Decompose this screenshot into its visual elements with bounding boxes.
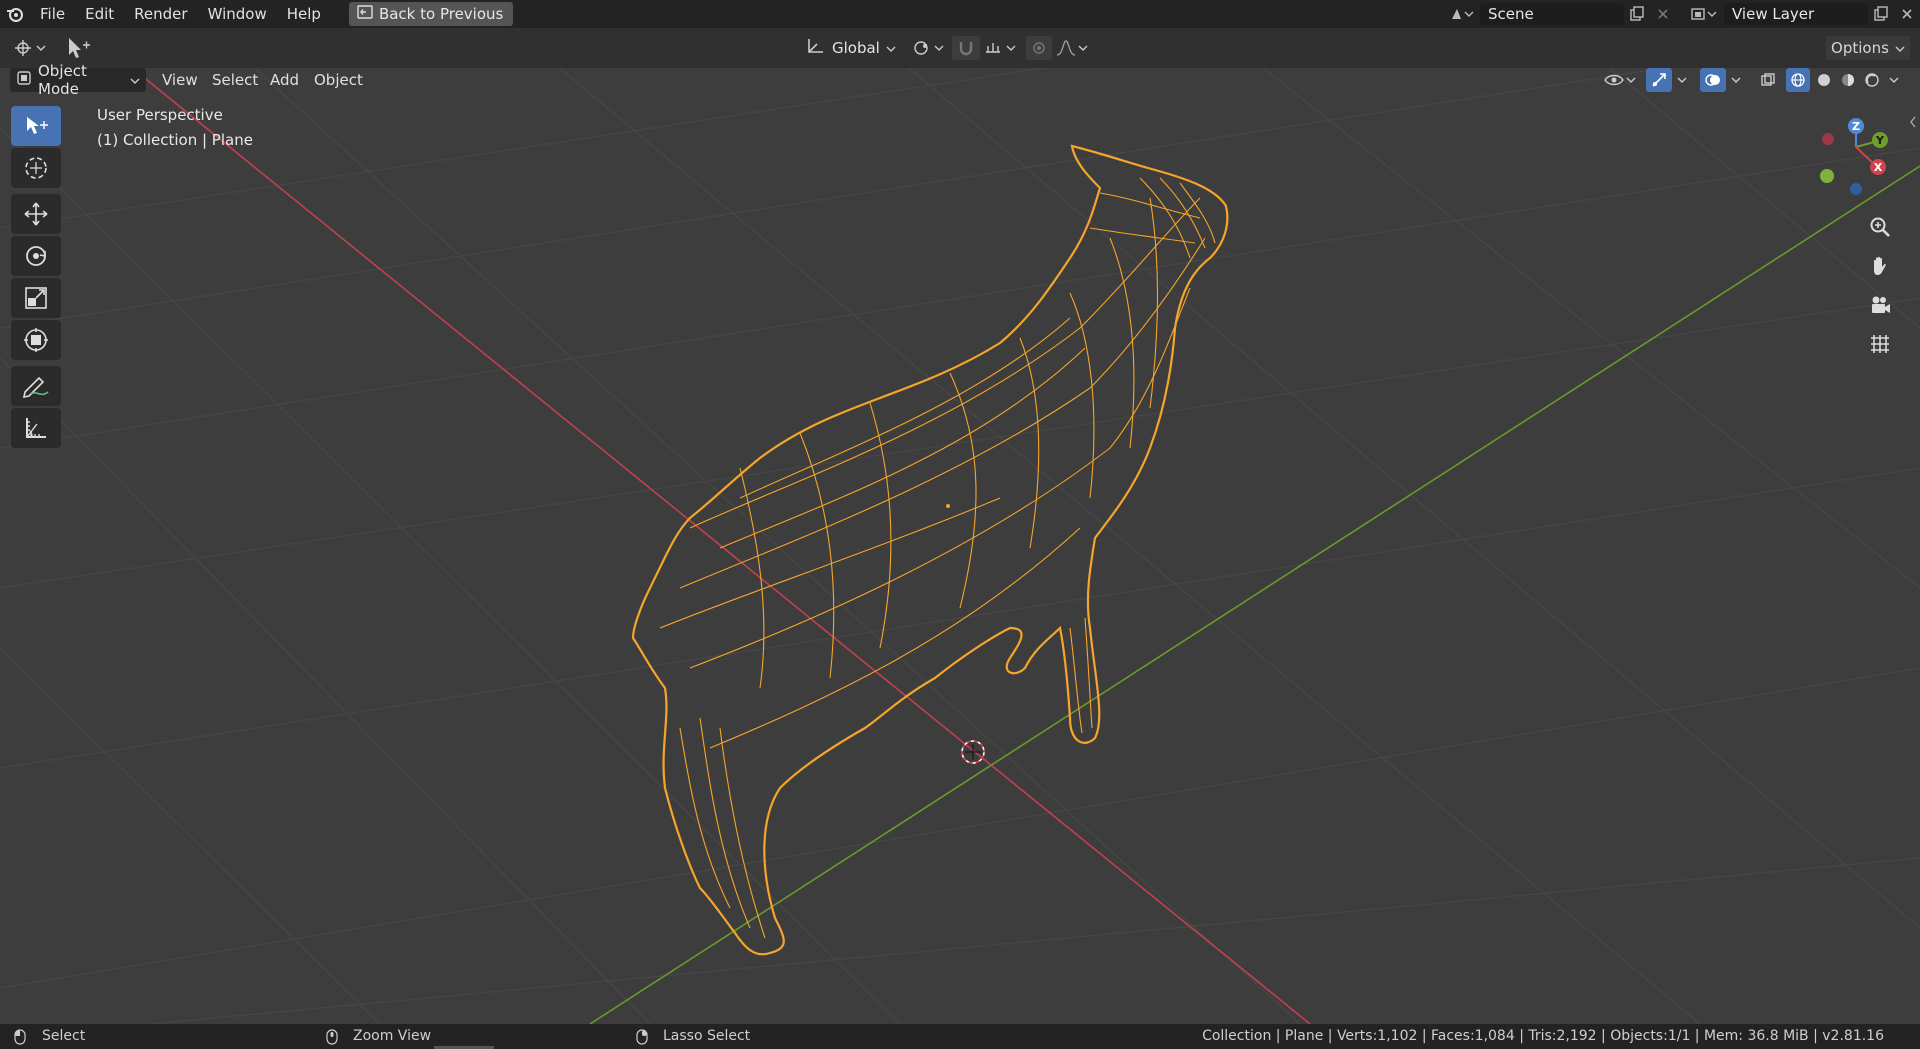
orientation-global-icon: [806, 37, 826, 59]
view-layer-field[interactable]: View Layer: [1724, 3, 1868, 25]
gizmo-y-label: Y: [1875, 134, 1885, 147]
ortho-grid-icon[interactable]: [1865, 329, 1895, 359]
chevron-down-icon: [130, 71, 140, 89]
menu-file[interactable]: File: [30, 0, 75, 28]
menu-object[interactable]: Object: [306, 68, 371, 92]
status-select-hint: Select: [42, 1028, 86, 1044]
tool-header: Global Options: [0, 28, 1920, 68]
menu-view[interactable]: View: [154, 68, 206, 92]
rotate-icon: [26, 246, 46, 266]
overlays-toggle-icon[interactable]: [1700, 68, 1726, 92]
options-label: Options: [1831, 39, 1889, 57]
proportional-editing-icon[interactable]: [1026, 36, 1052, 60]
shading-wireframe-icon[interactable]: [1786, 68, 1810, 92]
blender-logo-icon[interactable]: [0, 0, 30, 28]
object-mode-icon: [16, 70, 32, 90]
mouse-left-icon: [14, 1029, 26, 1049]
object-mode-dropdown[interactable]: Object Mode: [10, 62, 146, 98]
tool-cursor[interactable]: [11, 148, 61, 188]
select-box-icon: [27, 117, 48, 134]
shading-dropdown-icon[interactable]: [1886, 68, 1902, 92]
top-menu-bar: File Edit Render Window Help Back to Pre…: [0, 0, 1920, 28]
menu-add[interactable]: Add: [262, 68, 307, 92]
new-scene-icon[interactable]: [1624, 3, 1650, 25]
transform-icon: [24, 328, 48, 352]
options-dropdown[interactable]: Options: [1826, 36, 1910, 60]
tool-transform[interactable]: [11, 320, 61, 360]
status-lasso-hint: Lasso Select: [663, 1028, 751, 1044]
move-icon: [24, 202, 48, 226]
sheep-mesh[interactable]: [0, 28, 1920, 1024]
left-toolbar: [11, 106, 61, 450]
measure-icon: [26, 418, 46, 438]
shading-rendered-icon[interactable]: [1860, 68, 1884, 92]
status-zoom-hint: Zoom View: [353, 1028, 432, 1044]
tool-move[interactable]: [11, 194, 61, 234]
tool-select-box[interactable]: [11, 106, 61, 146]
mouse-middle-icon: [326, 1029, 338, 1049]
tool-annotate[interactable]: [11, 366, 61, 406]
back-to-previous-button[interactable]: Back to Previous: [348, 2, 514, 26]
falloff-dropdown[interactable]: [1054, 36, 1090, 60]
scene-name-field[interactable]: Scene: [1480, 3, 1624, 25]
camera-view-icon[interactable]: [1865, 290, 1895, 320]
back-to-previous-label: Back to Previous: [378, 5, 504, 23]
close-view-layer-icon[interactable]: [1894, 3, 1920, 25]
gizmo-neg-x[interactable]: [1822, 133, 1834, 145]
scene-selector-group: Scene View Layer: [1444, 0, 1920, 28]
tool-scale[interactable]: [11, 278, 61, 318]
pivot-point-dropdown[interactable]: [910, 36, 946, 60]
visibility-dropdown[interactable]: [1602, 68, 1638, 92]
scale-icon: [25, 287, 47, 309]
gizmo-dropdown-icon[interactable]: [1674, 68, 1690, 92]
transform-orientation-value: Global: [832, 39, 880, 57]
navigation-buttons: [1850, 212, 1910, 368]
menu-render[interactable]: Render: [124, 0, 197, 28]
overlays-dropdown-icon[interactable]: [1728, 68, 1744, 92]
gizmo-toggle-icon[interactable]: [1646, 68, 1672, 92]
chevron-down-icon: [886, 39, 896, 57]
editor-type-icon[interactable]: [10, 36, 48, 60]
transform-orientation-dropdown[interactable]: Global: [802, 36, 900, 60]
menu-help[interactable]: Help: [277, 0, 331, 28]
close-scene-icon[interactable]: [1650, 3, 1676, 25]
object-mode-label: Object Mode: [38, 62, 87, 98]
gizmo-neg-z[interactable]: [1850, 183, 1862, 195]
chevron-down-icon: [1895, 39, 1905, 57]
viewport-header: Object Mode View Select Add Object: [0, 62, 1920, 98]
view-layer-icon[interactable]: [1684, 3, 1724, 25]
gizmo-z-label: Z: [1852, 120, 1860, 133]
gizmo-neg-y[interactable]: [1820, 169, 1834, 183]
snap-toggle-icon[interactable]: [952, 36, 980, 60]
viewport-collection-label: (1) Collection | Plane: [97, 131, 253, 149]
annotate-icon: [22, 376, 49, 399]
tool-rotate[interactable]: [11, 236, 61, 276]
menu-edit[interactable]: Edit: [75, 0, 124, 28]
xray-toggle-icon[interactable]: [1756, 68, 1780, 92]
menu-window[interactable]: Window: [198, 0, 277, 28]
drag-tool-icon[interactable]: [62, 34, 92, 62]
shading-material-icon[interactable]: [1836, 68, 1860, 92]
status-bar: Select Zoom View Lasso Select Collection…: [0, 1024, 1920, 1049]
menu-select[interactable]: Select: [204, 68, 266, 92]
status-scene-stats: Collection | Plane | Verts:1,102 | Faces…: [1202, 1028, 1884, 1044]
tool-measure[interactable]: [11, 408, 61, 448]
shading-solid-icon[interactable]: [1812, 68, 1836, 92]
gizmo-x-label: X: [1874, 161, 1883, 174]
viewport-perspective-label: User Perspective: [97, 106, 223, 124]
snap-element-dropdown[interactable]: [982, 36, 1018, 60]
new-view-layer-icon[interactable]: [1868, 3, 1894, 25]
pan-hand-icon[interactable]: [1865, 251, 1895, 281]
back-icon: [357, 2, 373, 26]
zoom-icon[interactable]: [1865, 212, 1895, 242]
mouse-right-icon: [636, 1029, 648, 1049]
collapse-sidebar-icon[interactable]: [1908, 114, 1918, 130]
cursor-icon: [25, 157, 47, 179]
scene-icon[interactable]: [1444, 3, 1480, 25]
navigation-gizmo[interactable]: Z Y X: [1810, 112, 1890, 202]
